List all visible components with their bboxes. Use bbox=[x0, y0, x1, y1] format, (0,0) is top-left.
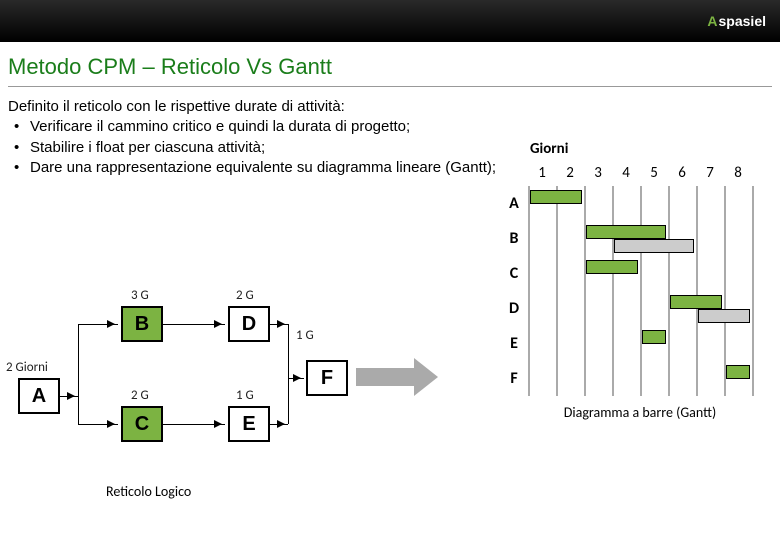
gantt-row-C: C bbox=[500, 256, 770, 291]
bar-float bbox=[698, 309, 750, 323]
node-a: A bbox=[18, 378, 60, 414]
edge-b-d bbox=[163, 324, 225, 325]
bar-critical bbox=[586, 260, 638, 274]
edge-a-split bbox=[78, 324, 79, 424]
node-f: F bbox=[306, 360, 348, 396]
bar-critical bbox=[530, 190, 582, 204]
label-b-duration: 3 G bbox=[131, 288, 149, 303]
bullet-1: Verificare il cammino critico e quindi l… bbox=[8, 117, 502, 137]
label-c-duration: 2 G bbox=[131, 388, 149, 403]
gantt-rows: ABCDEF bbox=[500, 186, 770, 396]
gantt-grid: 1 2 3 4 5 6 7 8 ABCDEF bbox=[500, 164, 770, 396]
bar-critical bbox=[642, 330, 666, 344]
gantt-title: Giorni bbox=[530, 140, 770, 158]
gantt-row-B: B bbox=[500, 221, 770, 256]
network-diagram: 2 Giorni A 3 G B 2 G D 2 G C 1 G E 1 G F… bbox=[6, 280, 446, 500]
node-c: C bbox=[121, 406, 163, 442]
gantt-row-A: A bbox=[500, 186, 770, 221]
logo-mark: A bbox=[707, 13, 717, 29]
label-f-duration: 1 G bbox=[296, 328, 314, 343]
gantt-caption: Diagramma a barre (Gantt) bbox=[510, 404, 770, 421]
label-d-duration: 2 G bbox=[236, 288, 254, 303]
node-b: B bbox=[121, 306, 163, 342]
day-7: 7 bbox=[696, 164, 724, 186]
node-e: E bbox=[228, 406, 270, 442]
bar-critical bbox=[726, 365, 750, 379]
gantt-row-label: F bbox=[500, 369, 528, 388]
edge-d-out bbox=[270, 324, 288, 325]
edge-to-f bbox=[288, 378, 304, 379]
gantt-row-label: B bbox=[500, 229, 528, 248]
bar-critical bbox=[586, 225, 666, 239]
edge-a-b bbox=[78, 324, 118, 325]
gantt-row-label: E bbox=[500, 334, 528, 353]
day-2: 2 bbox=[556, 164, 584, 186]
gantt-row-cells bbox=[528, 186, 752, 221]
day-4: 4 bbox=[612, 164, 640, 186]
page-title: Metodo CPM – Reticolo Vs Gantt bbox=[0, 42, 780, 84]
gantt-row-cells bbox=[528, 291, 752, 326]
big-arrow-icon bbox=[356, 358, 441, 396]
gantt-row-D: D bbox=[500, 291, 770, 326]
gantt-row-F: F bbox=[500, 361, 770, 396]
day-1: 1 bbox=[528, 164, 556, 186]
edge-e-out bbox=[270, 424, 288, 425]
logo-text: spasiel bbox=[719, 13, 766, 29]
logo: Aspasiel bbox=[707, 13, 766, 29]
edge-a-c bbox=[78, 424, 118, 425]
edge-merge-f bbox=[288, 324, 289, 424]
bar-critical bbox=[670, 295, 722, 309]
gantt-row-cells bbox=[528, 326, 752, 361]
gantt-row-label: D bbox=[500, 299, 528, 318]
bullet-2: Stabilire i float per ciascuna attività; bbox=[8, 138, 502, 158]
label-a-duration: 2 Giorni bbox=[6, 360, 48, 375]
gantt-row-cells bbox=[528, 221, 752, 256]
title-underline bbox=[8, 86, 772, 87]
day-8: 8 bbox=[724, 164, 752, 186]
network-caption: Reticolo Logico bbox=[106, 483, 191, 500]
day-3: 3 bbox=[584, 164, 612, 186]
edge-start-a bbox=[60, 396, 78, 397]
edge-c-e bbox=[163, 424, 225, 425]
day-5: 5 bbox=[640, 164, 668, 186]
gantt-day-header: 1 2 3 4 5 6 7 8 bbox=[528, 164, 770, 186]
intro-text: Definito il reticolo con le rispettive d… bbox=[8, 97, 502, 117]
bar-float bbox=[614, 239, 694, 253]
node-d: D bbox=[228, 306, 270, 342]
gantt-row-cells bbox=[528, 361, 752, 396]
app-header: Aspasiel bbox=[0, 0, 780, 42]
gantt-chart: Giorni 1 2 3 4 5 6 7 8 ABCDEF Diagramma … bbox=[500, 140, 770, 421]
gantt-row-label: C bbox=[500, 264, 528, 283]
gantt-row-label: A bbox=[500, 194, 528, 213]
intro-block: Definito il reticolo con le rispettive d… bbox=[0, 97, 510, 178]
gantt-row-E: E bbox=[500, 326, 770, 361]
label-e-duration: 1 G bbox=[236, 388, 254, 403]
day-6: 6 bbox=[668, 164, 696, 186]
bullet-3: Dare una rappresentazione equivalente su… bbox=[8, 158, 502, 178]
gantt-row-cells bbox=[528, 256, 752, 291]
